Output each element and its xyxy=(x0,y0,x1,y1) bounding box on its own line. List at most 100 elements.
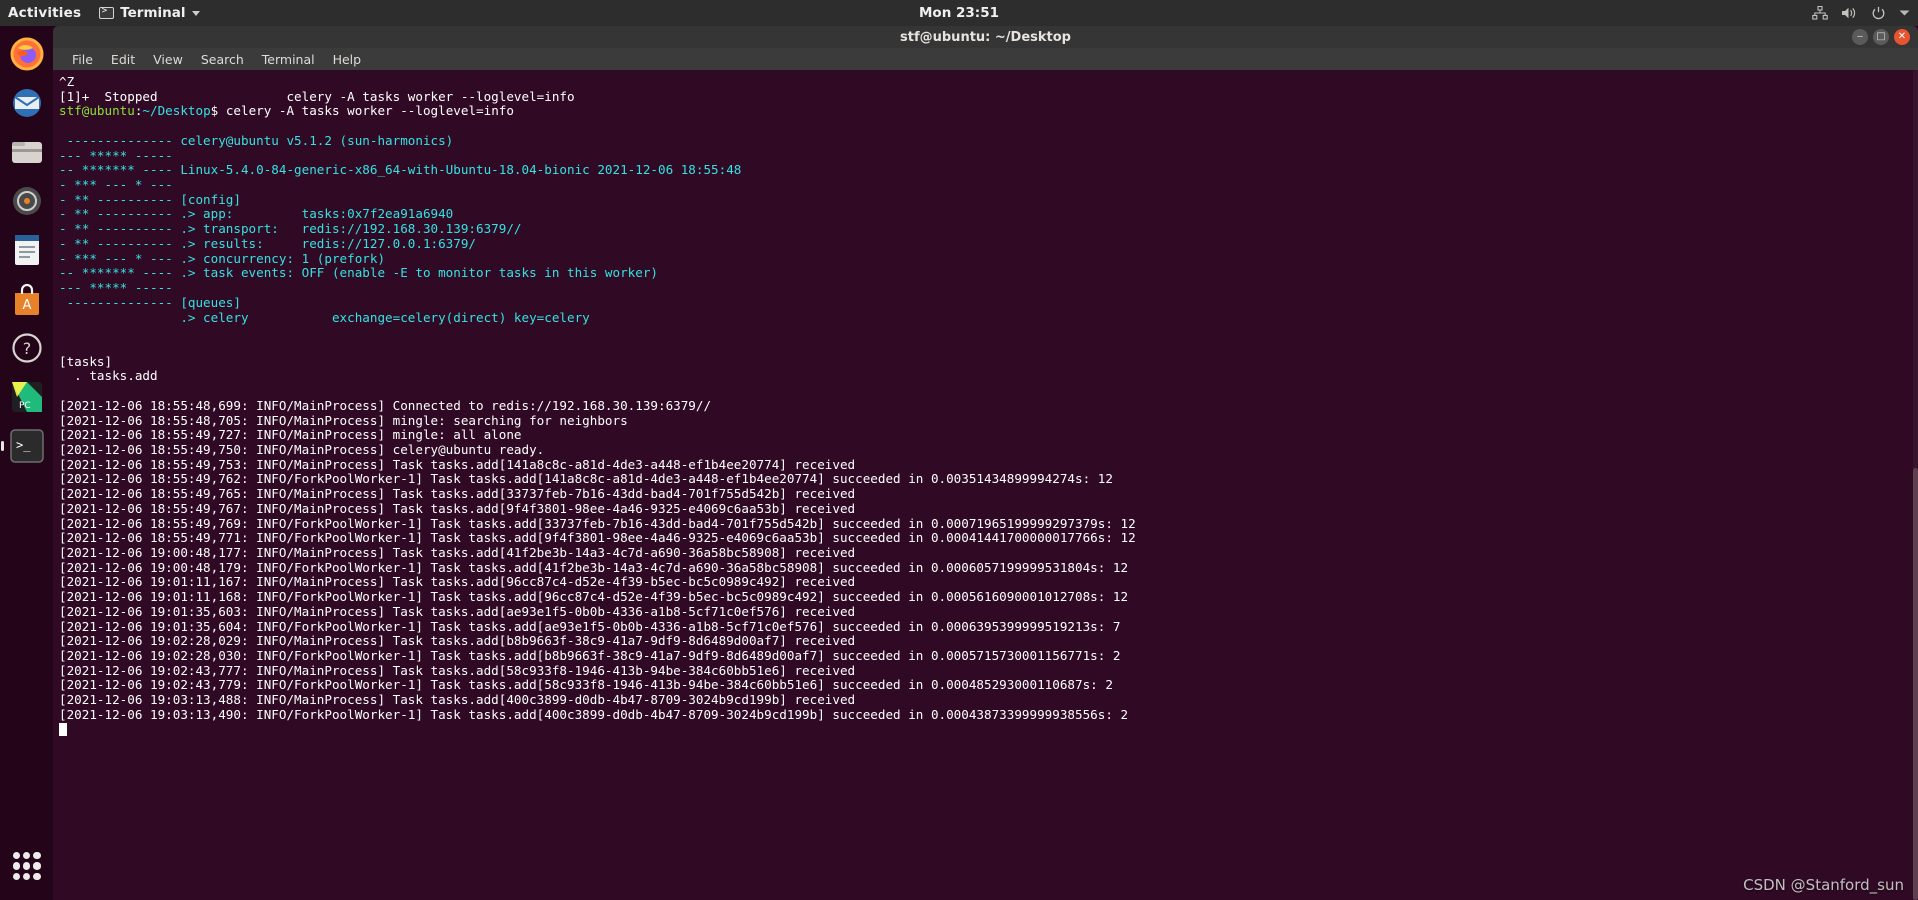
window-title: stf@ubuntu: ~/Desktop xyxy=(900,29,1071,45)
terminal-text: ^Z [1]+ Stopped celery -A tasks worker --… xyxy=(55,72,1918,737)
dock-item-libreoffice-writer[interactable] xyxy=(7,230,47,270)
terminal-line: . tasks.add xyxy=(59,369,1918,384)
topbar-app-label: Terminal xyxy=(120,5,186,21)
terminal-segment: --- ***** ----- xyxy=(59,280,181,296)
dock-item-terminal[interactable]: >_ xyxy=(7,426,47,466)
terminal-segment: [2021-12-06 19:02:43,779: INFO/ForkPoolW… xyxy=(59,677,1113,693)
chevron-down-icon[interactable] xyxy=(1899,9,1910,17)
terminal-line: [2021-12-06 18:55:49,762: INFO/ForkPoolW… xyxy=(59,472,1918,487)
terminal-line: - ** ---------- .> transport: redis://19… xyxy=(59,221,1918,237)
terminal-segment: -------------- [queues] xyxy=(59,294,241,310)
terminal-line: [1]+ Stopped celery -A tasks worker --lo… xyxy=(59,88,1918,105)
terminal-line: --- ***** ----- xyxy=(59,147,1918,164)
terminal-line: [2021-12-06 18:55:49,750: INFO/MainProce… xyxy=(59,442,1918,458)
terminal-segment: [1]+ Stopped celery -A tasks worker --lo… xyxy=(59,88,575,104)
terminal-segment: [2021-12-06 18:55:49,769: INFO/ForkPoolW… xyxy=(59,515,1136,531)
terminal-line: [2021-12-06 19:00:48,179: INFO/ForkPoolW… xyxy=(59,560,1918,576)
svg-text:>_: >_ xyxy=(16,438,31,452)
text-cursor xyxy=(59,722,67,736)
dock-item-firefox[interactable] xyxy=(7,34,47,74)
terminal-segment: [2021-12-06 18:55:49,762: INFO/ForkPoolW… xyxy=(59,471,1113,487)
terminal-line: -------------- [queues] xyxy=(59,294,1918,311)
terminal-line: stf@ubuntu:~/Desktop$ celery -A tasks wo… xyxy=(59,104,1918,119)
gnome-top-bar: Activities Terminal Mon 23:51 xyxy=(0,0,1918,26)
volume-icon[interactable] xyxy=(1841,6,1858,20)
terminal-segment: [2021-12-06 19:01:35,603: INFO/MainProce… xyxy=(59,603,856,619)
close-button[interactable]: ✕ xyxy=(1894,29,1910,45)
power-icon[interactable] xyxy=(1871,6,1886,21)
terminal-line: .> celery exchange=celery(direct) key=ce… xyxy=(59,310,1918,326)
terminal-line: [2021-12-06 18:55:49,767: INFO/MainProce… xyxy=(59,500,1918,517)
terminal-line: [2021-12-06 18:55:49,753: INFO/MainProce… xyxy=(59,456,1918,473)
terminal-line: [2021-12-06 18:55:48,699: INFO/MainProce… xyxy=(59,398,1918,414)
terminal-line: [tasks] xyxy=(59,354,1918,370)
grid-dot xyxy=(22,872,31,880)
menu-view[interactable]: View xyxy=(144,50,192,69)
dock-item-files[interactable] xyxy=(7,132,47,172)
grid-dot xyxy=(33,862,41,870)
terminal-line: [2021-12-06 19:02:43,777: INFO/MainProce… xyxy=(59,663,1918,679)
dock-item-thunderbird[interactable] xyxy=(7,83,47,123)
chevron-down-icon xyxy=(191,10,200,16)
menu-help[interactable]: Help xyxy=(324,50,371,69)
terminal-line: -------------- celery@ubuntu v5.1.2 (sun… xyxy=(59,133,1918,149)
terminal-line: [2021-12-06 19:00:48,177: INFO/MainProce… xyxy=(59,545,1918,561)
terminal-segment: ~/Desktop xyxy=(142,103,211,119)
terminal-line: [2021-12-06 19:02:28,030: INFO/ForkPoolW… xyxy=(59,648,1918,664)
terminal-line: -- ******* ---- .> task events: OFF (ena… xyxy=(59,265,1918,281)
terminal-line: - *** --- * --- xyxy=(59,177,1918,193)
menu-terminal[interactable]: Terminal xyxy=(253,50,324,69)
window-titlebar[interactable]: stf@ubuntu: ~/Desktop ‒ □ ✕ xyxy=(53,26,1918,48)
terminal-output-area[interactable]: ^Z [1]+ Stopped celery -A tasks worker --… xyxy=(53,70,1918,900)
terminal-segment: [2021-12-06 19:00:48,177: INFO/MainProce… xyxy=(59,545,856,560)
terminal-segment: - ** ---------- .> app: tasks:0x7f2ea91a… xyxy=(59,206,454,222)
activities-button[interactable]: Activities xyxy=(0,5,91,21)
grid-dot xyxy=(33,852,41,860)
grid-dot xyxy=(12,852,20,860)
terminal-cursor-line xyxy=(59,722,1918,738)
launcher-dock: A ? PC >_ xyxy=(0,26,53,900)
terminal-line: [2021-12-06 18:55:48,705: INFO/MainProce… xyxy=(59,413,1918,429)
svg-text:A: A xyxy=(22,298,31,313)
terminal-line: [2021-12-06 19:03:13,488: INFO/MainProce… xyxy=(59,692,1918,708)
svg-text:?: ? xyxy=(22,339,31,358)
grid-dot xyxy=(12,872,20,880)
terminal-segment: [2021-12-06 19:01:11,168: INFO/ForkPoolW… xyxy=(59,589,1129,605)
terminal-line: [2021-12-06 19:01:11,167: INFO/MainProce… xyxy=(59,575,1918,590)
terminal-segment: [2021-12-06 18:55:49,753: INFO/MainProce… xyxy=(59,456,856,472)
network-icon[interactable] xyxy=(1812,6,1828,20)
grid-dot xyxy=(22,862,31,870)
clock[interactable]: Mon 23:51 xyxy=(919,5,999,21)
terminal-line: [2021-12-06 19:03:13,490: INFO/ForkPoolW… xyxy=(59,706,1918,723)
terminal-segment: [2021-12-06 18:55:49,767: INFO/MainProce… xyxy=(59,500,856,516)
terminal-segment: [2021-12-06 19:03:13,490: INFO/ForkPoolW… xyxy=(59,706,1129,722)
terminal-scrollbar-thumb[interactable] xyxy=(1913,468,1918,900)
maximize-button[interactable]: □ xyxy=(1873,29,1889,45)
terminal-line: - ** ---------- .> app: tasks:0x7f2ea91a… xyxy=(59,207,1918,222)
terminal-segment: - ** ---------- .> transport: redis://19… xyxy=(59,221,522,237)
terminal-segment: [2021-12-06 19:01:35,604: INFO/ForkPoolW… xyxy=(59,618,1121,634)
terminal-segment: --- ***** ----- xyxy=(59,147,181,163)
menu-bar: File Edit View Search Terminal Help xyxy=(53,48,1918,70)
terminal-segment: - *** --- * --- .> concurrency: 1 (prefo… xyxy=(59,250,386,266)
terminal-line: -- ******* ---- Linux-5.4.0-84-generic-x… xyxy=(59,162,1918,178)
terminal-segment: $ celery -A tasks worker --loglevel=info xyxy=(210,103,514,119)
terminal-line: ^Z xyxy=(59,74,1918,90)
menu-file[interactable]: File xyxy=(63,50,102,69)
terminal-segment: - ** ---------- .> results: redis://127.… xyxy=(59,235,477,251)
dock-item-ubuntu-software[interactable]: A xyxy=(7,279,47,319)
dock-item-help[interactable]: ? xyxy=(7,328,47,368)
terminal-line: --- ***** ----- xyxy=(59,280,1918,296)
menu-search[interactable]: Search xyxy=(192,50,253,69)
topbar-app-menu[interactable]: Terminal xyxy=(91,5,207,21)
terminal-line: - ** ---------- .> results: redis://127.… xyxy=(59,235,1918,252)
terminal-scrollbar[interactable] xyxy=(1913,70,1918,900)
show-applications-button[interactable] xyxy=(7,846,47,886)
minimize-button[interactable]: ‒ xyxy=(1852,29,1868,45)
dock-item-rhythmbox[interactable] xyxy=(7,181,47,221)
terminal-line: [2021-12-06 19:02:43,779: INFO/ForkPoolW… xyxy=(59,678,1918,693)
dock-item-pycharm[interactable]: PC xyxy=(7,377,47,417)
system-tray xyxy=(1812,6,1910,21)
menu-edit[interactable]: Edit xyxy=(102,50,144,69)
